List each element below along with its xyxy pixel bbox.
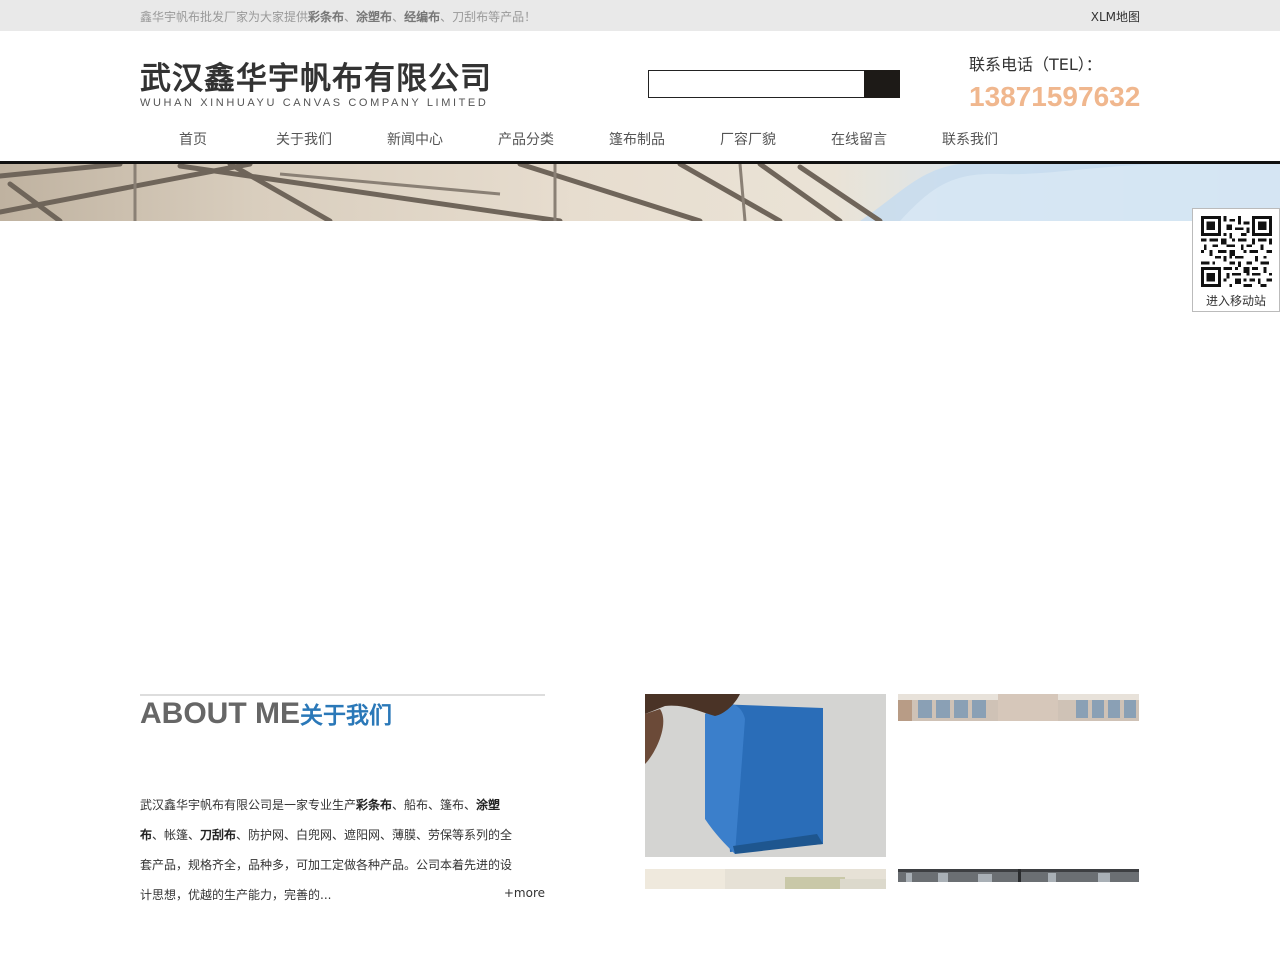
logo-english-name: WUHAN XINHUAYU CANVAS COMPANY LIMITED [140,97,489,109]
tagline-segment: 经编布 [404,10,441,24]
mobile-site-qr-panel[interactable]: 进入移动站 [1192,208,1280,312]
about-description-segment: 刀刮布 [200,828,237,842]
nav-item-about[interactable]: 关于我们 [251,126,357,154]
about-description-segment: 武汉鑫华宇帆布有限公司是一家专业生产 [140,798,357,812]
about-description: 武汉鑫华宇帆布有限公司是一家专业生产彩条布、船布、篷布、涂塑布、帐篷、刀刮布、防… [140,790,515,910]
nav-item-message[interactable]: 在线留言 [806,126,912,154]
tagline-segment: 涂塑布 [356,10,393,24]
nav-item-home[interactable]: 首页 [140,126,246,154]
nav-item-tarp-products[interactable]: 篷布制品 [584,126,690,154]
workshop-image [898,869,1139,882]
contact-phone: 联系电话（TEL）： 13871597632 [969,55,1140,115]
about-description-segment: 、船布、篷布、 [392,798,477,812]
phone-number: 13871597632 [969,81,1141,112]
sitemap-link[interactable]: XLM地图 [1091,8,1140,25]
hero-banner [0,164,1280,221]
nav-item-contact[interactable]: 联系我们 [917,126,1023,154]
about-more-link[interactable]: +more [504,886,545,900]
nav-item-news[interactable]: 新闻中心 [362,126,468,154]
about-heading-en: ABOUT ME [140,697,300,730]
canopy-frame-image [0,164,1280,221]
factory-photo-workshop[interactable] [898,869,1139,882]
canvas-roll-image [645,869,886,889]
blue-tarp-image [645,694,886,857]
search-button[interactable] [864,70,900,98]
qr-label: 进入移动站 [1205,294,1266,308]
qr-code-icon [1201,216,1272,287]
tagline-segment: 、 [392,10,405,24]
about-heading-cn: 关于我们 [300,703,392,729]
search-form [648,70,900,98]
tagline-segment: 、 [344,10,357,24]
tagline: 鑫华宇帆布批发厂家为大家提供彩条布、涂塑布、经编布、刀刮布等产品！ [140,8,536,25]
top-bar: 鑫华宇帆布批发厂家为大家提供彩条布、涂塑布、经编布、刀刮布等产品！ XLM地图 [0,0,1280,31]
about-description-segment: 彩条布 [356,798,393,812]
product-photo-blue-tarp[interactable] [645,694,886,857]
factory-building-image [898,694,1139,721]
nav-item-products[interactable]: 产品分类 [473,126,579,154]
tagline-segment: 、刀刮布等产品！ [440,10,537,24]
about-description-segment: 、帐篷、 [152,828,201,842]
tagline-segment: 鑫华宇帆布批发厂家为大家提供 [140,10,309,24]
search-input[interactable] [648,70,865,98]
phone-label: 联系电话（TEL）： [969,55,1102,74]
factory-photo-building[interactable] [898,694,1139,721]
site-logo[interactable]: 武汉鑫华宇帆布有限公司 WUHAN XINHUAYU CANVAS COMPAN… [140,61,492,109]
about-heading: ABOUT ME关于我们 [140,696,392,731]
tagline-segment: 彩条布 [308,10,345,24]
product-photo-canvas-roll[interactable] [645,869,886,889]
logo-chinese-name: 武汉鑫华宇帆布有限公司 [140,61,492,97]
nav-item-factory[interactable]: 厂容厂貌 [695,126,801,154]
